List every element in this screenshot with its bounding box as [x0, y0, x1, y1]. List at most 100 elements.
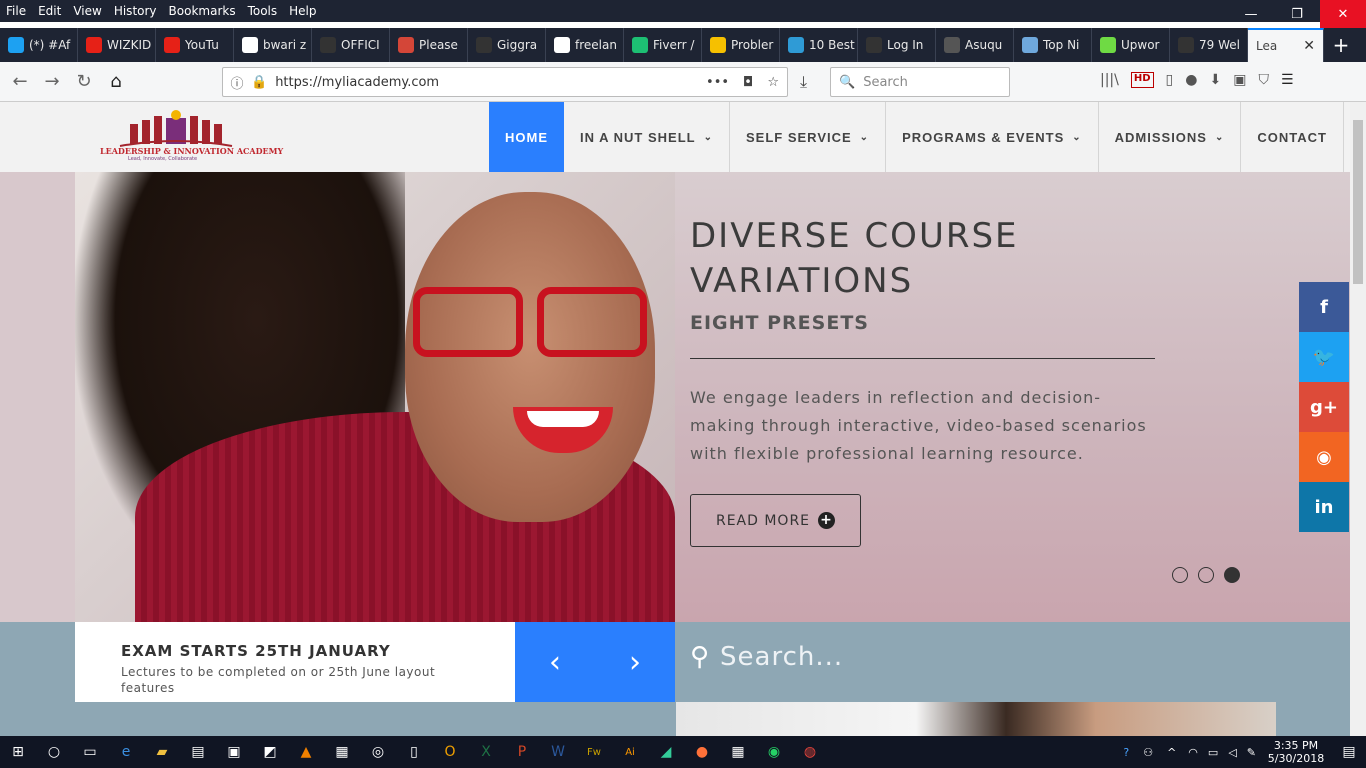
addon-icon[interactable]: ▣ [1233, 72, 1246, 88]
browser-tab[interactable]: Upwor [1092, 28, 1170, 62]
clapper-icon[interactable]: ▦ [324, 736, 360, 768]
back-icon[interactable]: ← [4, 66, 36, 98]
calculator-icon[interactable]: ▦ [720, 736, 756, 768]
page-actions-icon[interactable]: ••• [706, 75, 729, 90]
browser-tab[interactable]: OFFICI [312, 28, 390, 62]
vlc-icon[interactable]: ▲ [288, 736, 324, 768]
people-icon[interactable]: ⚇ [1143, 746, 1153, 759]
browser-tab[interactable]: freelan [546, 28, 624, 62]
nav-programs-events[interactable]: PROGRAMS & EVENTS ⌄ [886, 102, 1099, 172]
browser-tab[interactable]: WIZKID [78, 28, 156, 62]
search-input[interactable]: 🔍 Search [830, 67, 1010, 97]
sidebar-icon[interactable]: ▯ [1166, 72, 1174, 88]
google-plus-icon[interactable]: g+ [1299, 382, 1349, 432]
site-search-placeholder[interactable]: Search... [720, 642, 843, 672]
new-tab-icon[interactable]: + [1324, 33, 1358, 57]
task-view-icon[interactable]: ▭ [72, 736, 108, 768]
nav-in-a-nut-shell[interactable]: IN A NUT SHELL ⌄ [564, 102, 730, 172]
twitter-icon[interactable]: 🐦 [1299, 332, 1349, 382]
menu-tools[interactable]: Tools [242, 4, 284, 18]
slide-dot-1[interactable] [1172, 567, 1188, 583]
news-title[interactable]: EXAM STARTS 25TH JANUARY [121, 642, 515, 660]
pen-icon[interactable]: ✎ [1247, 746, 1256, 759]
library-icon[interactable]: |||\ [1100, 72, 1119, 88]
close-tab-icon[interactable]: ✕ [1303, 38, 1315, 54]
tab-active[interactable]: Lea ✕ [1248, 28, 1324, 62]
url-text[interactable]: https://myliacademy.com [275, 75, 439, 90]
extension-icon[interactable]: ● [1185, 72, 1197, 88]
volume-icon[interactable]: ◁ [1228, 746, 1236, 759]
fireworks-icon[interactable]: Fw [576, 736, 612, 768]
site-logo[interactable]: LEADERSHIP & INNOVATION ACADEMY Lead, In… [100, 110, 283, 166]
minimize-icon[interactable]: — [1228, 0, 1274, 28]
hamburger-menu-icon[interactable]: ☰ [1281, 72, 1294, 88]
chevron-left-icon[interactable]: ‹ [549, 645, 561, 680]
illustrator-icon[interactable]: Ai [612, 736, 648, 768]
hd-icon[interactable]: HD [1130, 72, 1154, 88]
bookmark-star-icon[interactable]: ☆ [767, 75, 779, 90]
nav-self-service[interactable]: SELF SERVICE ⌄ [730, 102, 887, 172]
restore-icon[interactable]: ❐ [1274, 0, 1320, 28]
clock[interactable]: 3:35 PM 5/30/2018 [1260, 739, 1332, 765]
chevron-up-icon[interactable]: ^ [1167, 746, 1176, 759]
file-icon[interactable]: ▯ [396, 736, 432, 768]
browser-tab[interactable]: Please [390, 28, 468, 62]
forward-icon[interactable]: → [36, 66, 68, 98]
nav-home[interactable]: HOME [489, 102, 564, 172]
wifi-icon[interactable]: ◠ [1188, 746, 1198, 759]
close-icon[interactable]: ✕ [1320, 0, 1366, 28]
info-icon[interactable]: ⓘ [223, 73, 251, 92]
excel-icon[interactable]: X [468, 736, 504, 768]
download-icon[interactable]: ⤓ [800, 72, 807, 92]
menu-edit[interactable]: Edit [32, 4, 67, 18]
shield-icon[interactable]: ⛉ [1258, 72, 1269, 88]
media-icon[interactable]: ◎ [360, 736, 396, 768]
menu-view[interactable]: View [67, 4, 107, 18]
browser-tab[interactable]: bwari z [234, 28, 312, 62]
browser-tab[interactable]: 79 Wel [1170, 28, 1248, 62]
outlook-icon[interactable]: O [432, 736, 468, 768]
rss-icon[interactable]: ◉ [1299, 432, 1349, 482]
site-search[interactable]: ⚲ Search... [690, 642, 843, 672]
edge-icon[interactable]: e [108, 736, 144, 768]
page-scrollbar[interactable] [1350, 102, 1366, 736]
menu-bookmarks[interactable]: Bookmarks [163, 4, 242, 18]
read-more-button[interactable]: READ MORE + [690, 494, 861, 547]
browser-tab[interactable]: 10 Best [780, 28, 858, 62]
home-icon[interactable]: ⌂ [100, 66, 132, 98]
slide-dot-2[interactable] [1198, 567, 1214, 583]
facebook-icon[interactable]: f [1299, 282, 1349, 332]
downloads-icon[interactable]: ⬇ [1209, 72, 1221, 88]
powerpoint-icon[interactable]: P [504, 736, 540, 768]
url-bar[interactable]: ⓘ 🔒 https://myliacademy.com ••• ◘ ☆ [222, 67, 788, 97]
cortana-icon[interactable]: ○ [36, 736, 72, 768]
menu-history[interactable]: History [108, 4, 163, 18]
nav-contact[interactable]: CONTACT [1241, 102, 1344, 172]
browser-tab[interactable]: Probler [702, 28, 780, 62]
scrollbar-thumb[interactable] [1353, 120, 1363, 284]
whatsapp-icon[interactable]: ◉ [756, 736, 792, 768]
menu-help[interactable]: Help [283, 4, 322, 18]
browser-tab[interactable]: Top Ni [1014, 28, 1092, 62]
store-icon[interactable]: ▣ [216, 736, 252, 768]
help-icon[interactable]: ? [1123, 746, 1129, 759]
slide-dot-3[interactable] [1224, 567, 1240, 583]
browser-tab[interactable]: (*) #Af [0, 28, 78, 62]
browser-tab[interactable]: YouTu [156, 28, 234, 62]
notification-icon[interactable]: ▤ [1332, 744, 1366, 760]
file-explorer-icon[interactable]: ▰ [144, 736, 180, 768]
browser-tab[interactable]: Giggra [468, 28, 546, 62]
chevron-right-icon[interactable]: › [629, 645, 641, 680]
notepad-icon[interactable]: ▤ [180, 736, 216, 768]
word-icon[interactable]: W [540, 736, 576, 768]
battery-icon[interactable]: ▭ [1208, 746, 1218, 759]
chart-app-icon[interactable]: ◢ [648, 736, 684, 768]
chrome-icon[interactable]: ◍ [792, 736, 828, 768]
app-icon[interactable]: ◩ [252, 736, 288, 768]
nav-admissions[interactable]: ADMISSIONS ⌄ [1099, 102, 1242, 172]
browser-tab[interactable]: Asuqu [936, 28, 1014, 62]
windows-start-icon[interactable]: ⊞ [0, 736, 36, 768]
linkedin-icon[interactable]: in [1299, 482, 1349, 532]
pocket-icon[interactable]: ◘ [743, 75, 753, 90]
browser-tab[interactable]: Log In [858, 28, 936, 62]
